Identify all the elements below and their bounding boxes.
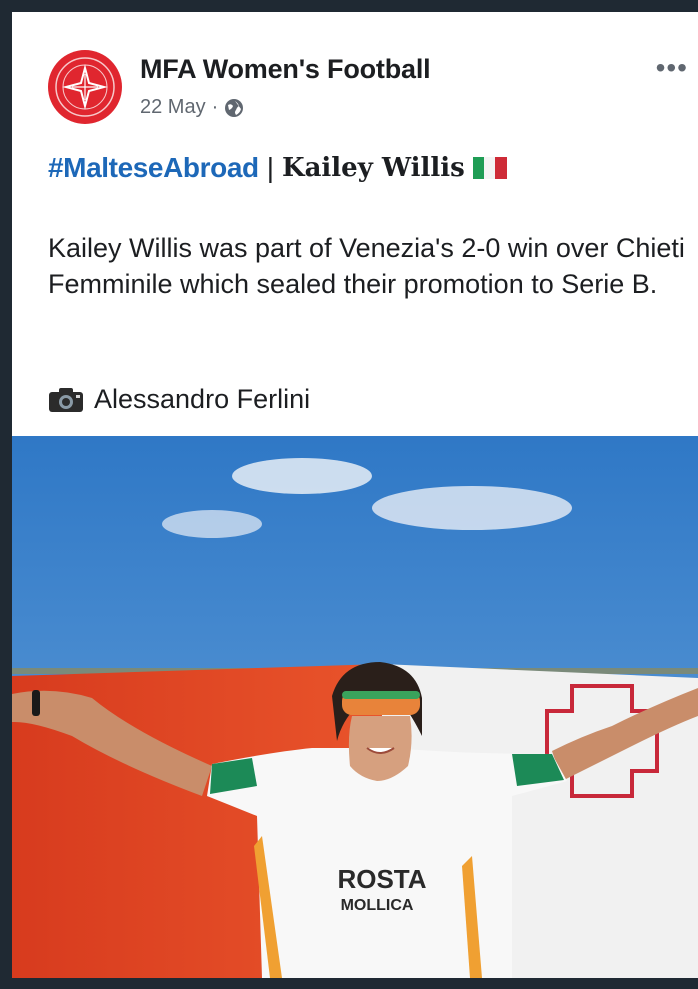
post-card: MFA Women's Football 22 May · ••• #Malte…: [12, 12, 698, 978]
post-date[interactable]: 22 May: [140, 96, 206, 119]
post-photo[interactable]: ROSTA MOLLICA: [12, 436, 698, 978]
photo-credit: Alessandro Ferlini: [48, 384, 310, 415]
post-headline: #MalteseAbroad | Kailey Willis: [48, 152, 507, 184]
mfa-logo-icon: [50, 52, 120, 122]
globe-icon: [225, 98, 244, 117]
headline-separator: |: [266, 152, 274, 183]
post-header: MFA Women's Football 22 May · •••: [12, 12, 698, 132]
post-body: Kailey Willis was part of Venezia's 2-0 …: [48, 233, 685, 299]
jersey-sponsor-text: ROSTA: [337, 864, 426, 894]
italy-flag-icon: [472, 157, 507, 179]
page-avatar[interactable]: [48, 50, 122, 124]
camera-icon: [49, 387, 83, 412]
more-options-button[interactable]: •••: [656, 52, 688, 84]
player-name: Kailey Willis: [281, 153, 465, 183]
wristband: [32, 690, 40, 716]
sunglasses-tint: [342, 691, 420, 699]
cloud: [162, 510, 262, 538]
meta-separator: ·: [211, 96, 219, 118]
jersey-sponsor-subtext: MOLLICA: [341, 897, 414, 914]
cloud: [372, 486, 572, 530]
hashtag-link[interactable]: #MalteseAbroad: [48, 152, 259, 184]
page-name[interactable]: MFA Women's Football: [140, 54, 431, 85]
post-meta: 22 May ·: [140, 96, 244, 119]
photo-credit-name: Alessandro Ferlini: [94, 384, 311, 414]
cloud: [232, 458, 372, 494]
